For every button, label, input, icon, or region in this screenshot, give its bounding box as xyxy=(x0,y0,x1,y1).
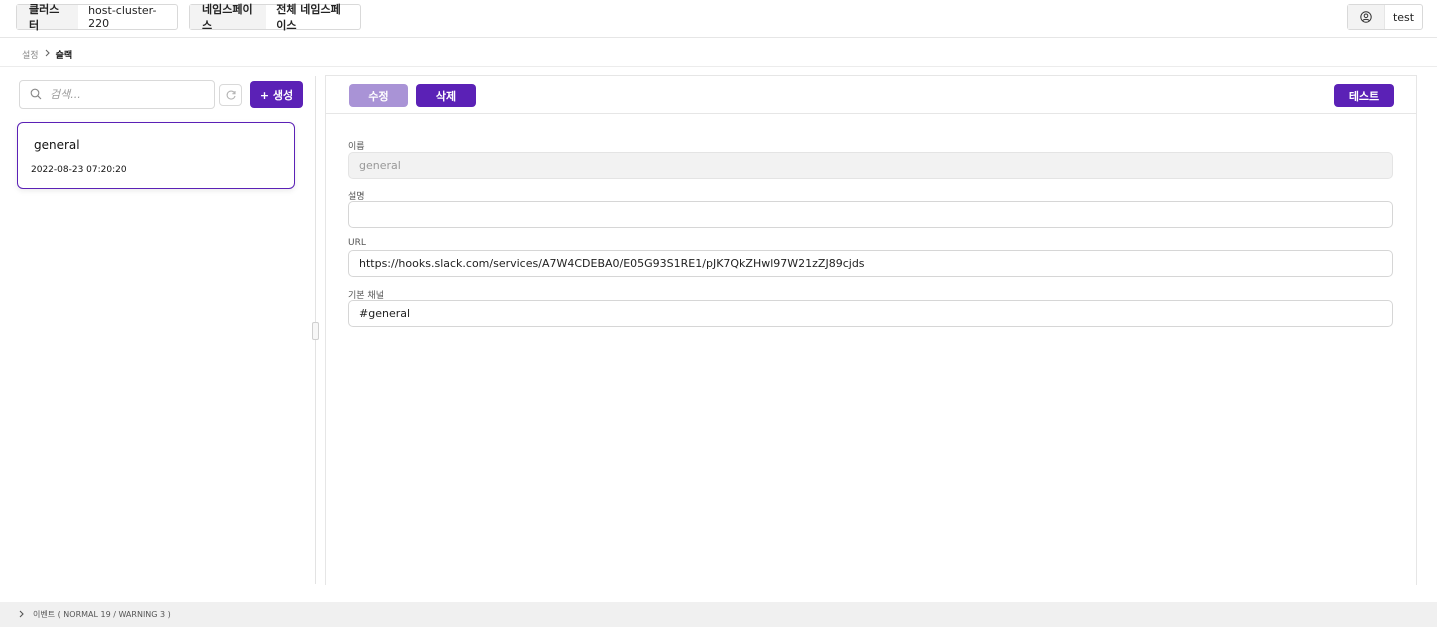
url-field[interactable]: https://hooks.slack.com/services/A7W4CDE… xyxy=(348,250,1393,277)
breadcrumb-current: 슬랙 xyxy=(55,51,73,61)
refresh-icon xyxy=(225,86,237,105)
namespace-value[interactable]: 전체 네임스페이스 xyxy=(266,3,360,32)
description-field[interactable] xyxy=(348,201,1393,228)
detail-panel: 수정 삭제 테스트 이름 general 설명 URL https://hook… xyxy=(325,75,1417,585)
breadcrumb: 설정 슬랙 xyxy=(22,48,72,61)
name-field: general xyxy=(348,152,1393,179)
resize-handle[interactable] xyxy=(312,322,319,340)
user-name: test xyxy=(1384,5,1422,29)
edit-button[interactable]: 수정 xyxy=(349,84,408,107)
search-input[interactable] xyxy=(50,88,190,101)
namespace-label: 네임스페이스 xyxy=(190,3,267,32)
search-box[interactable] xyxy=(19,80,215,109)
search-icon xyxy=(30,85,42,104)
url-label: URL xyxy=(348,238,366,248)
channel-field[interactable]: #general xyxy=(348,300,1393,327)
refresh-button[interactable] xyxy=(219,84,242,106)
list-item-date: 2022-08-23 07:20:20 xyxy=(31,165,127,175)
detail-toolbar: 수정 삭제 테스트 xyxy=(326,76,1416,114)
chevron-right-icon xyxy=(18,610,25,620)
cluster-label: 클러스터 xyxy=(17,3,79,32)
events-label: 이벤트 ( NORMAL 19 / WARNING 3 ) xyxy=(33,610,171,619)
chevron-right-icon xyxy=(44,49,51,60)
events-bar[interactable]: 이벤트 ( NORMAL 19 / WARNING 3 ) xyxy=(0,602,1437,627)
cluster-selector[interactable]: 클러스터 host-cluster-220 xyxy=(16,3,178,32)
list-item[interactable]: general 2022-08-23 07:20:20 xyxy=(17,122,295,189)
cluster-value[interactable]: host-cluster-220 xyxy=(78,4,177,30)
create-button[interactable]: + 생성 xyxy=(250,81,303,108)
list-item-title: general xyxy=(34,138,80,152)
breadcrumb-parent[interactable]: 설정 xyxy=(22,48,39,61)
breadcrumb-divider xyxy=(0,66,1437,67)
delete-button[interactable]: 삭제 xyxy=(416,84,476,107)
test-button[interactable]: 테스트 xyxy=(1334,84,1394,107)
user-icon xyxy=(1348,5,1384,29)
namespace-selector[interactable]: 네임스페이스 전체 네임스페이스 xyxy=(189,3,361,32)
name-label: 이름 xyxy=(348,142,365,152)
user-menu[interactable]: test xyxy=(1347,4,1423,30)
top-bar: 클러스터 host-cluster-220 네임스페이스 전체 네임스페이스 t… xyxy=(0,0,1437,38)
